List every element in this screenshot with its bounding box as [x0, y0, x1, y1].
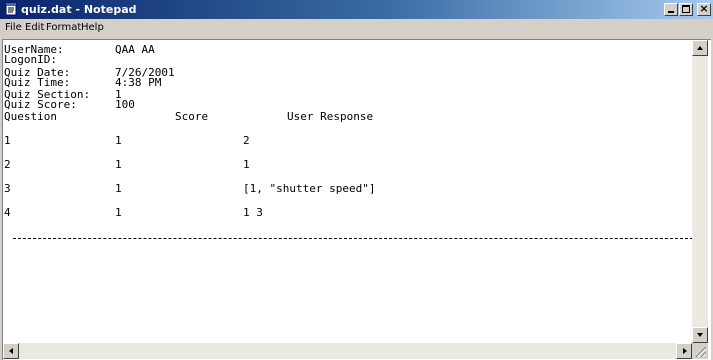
arrow-left-icon	[9, 348, 13, 354]
arrow-up-icon	[697, 46, 703, 50]
menu-bar: File Edit Format Help	[0, 19, 713, 37]
window-title: quiz.dat - Notepad	[21, 3, 137, 16]
close-button[interactable]: ×	[697, 2, 711, 16]
vertical-scrollbar[interactable]	[692, 40, 708, 343]
row-4-question: 4	[4, 206, 11, 219]
maximize-button[interactable]	[679, 3, 693, 16]
row-3-score: 1	[115, 182, 122, 195]
header-value-quiz-time: 4:38 PM	[115, 76, 162, 89]
minimize-button[interactable]	[664, 3, 678, 16]
scroll-right-button[interactable]	[676, 343, 692, 359]
close-icon: ×	[699, 2, 709, 15]
header-value-username: QAA AA	[115, 43, 155, 56]
header-label-quiz-score: Quiz Score:	[4, 98, 77, 111]
row-1-question: 1	[4, 134, 11, 147]
header-label-quiz-time: Quiz Time:	[4, 76, 71, 89]
dashed-separator	[13, 238, 692, 239]
row-3-response: [1, "shutter speed"]	[243, 182, 376, 195]
row-4-score: 1	[115, 206, 122, 219]
resize-grip-icon[interactable]	[692, 343, 708, 359]
column-header-question: Question	[4, 110, 57, 123]
header-value-quiz-score: 100	[115, 98, 135, 111]
maximize-icon	[682, 5, 690, 13]
menu-edit[interactable]: Edit	[25, 22, 44, 34]
row-2-question: 2	[4, 158, 11, 171]
menu-format[interactable]: Format	[46, 22, 81, 34]
row-1-response: 2	[243, 134, 250, 147]
text-area[interactable]: UserName: QAA AA LogonID: Quiz Date: 7/2…	[3, 40, 692, 343]
arrow-right-icon	[683, 348, 687, 354]
arrow-down-icon	[697, 333, 703, 337]
menu-help[interactable]: Help	[81, 22, 104, 34]
row-4-response: 1 3	[243, 206, 263, 219]
column-header-score: Score	[175, 110, 209, 123]
scroll-left-button[interactable]	[3, 343, 19, 359]
scroll-down-button[interactable]	[692, 327, 708, 343]
row-2-score: 1	[115, 158, 122, 171]
horizontal-scrollbar[interactable]	[3, 343, 692, 359]
minimize-icon	[668, 11, 674, 13]
scroll-up-button[interactable]	[692, 40, 708, 56]
notepad-icon	[5, 2, 17, 16]
row-2-response: 1	[243, 158, 250, 171]
column-header-response: User Response	[287, 110, 374, 123]
header-label-logonid: LogonID:	[4, 53, 57, 66]
editor: UserName: QAA AA LogonID: Quiz Date: 7/2…	[2, 39, 711, 360]
menu-file[interactable]: File	[5, 22, 22, 34]
title-bar[interactable]: quiz.dat - Notepad ×	[0, 0, 713, 19]
row-3-question: 3	[4, 182, 11, 195]
notepad-window: quiz.dat - Notepad × File Edit Format He…	[0, 0, 713, 360]
row-1-score: 1	[115, 134, 122, 147]
